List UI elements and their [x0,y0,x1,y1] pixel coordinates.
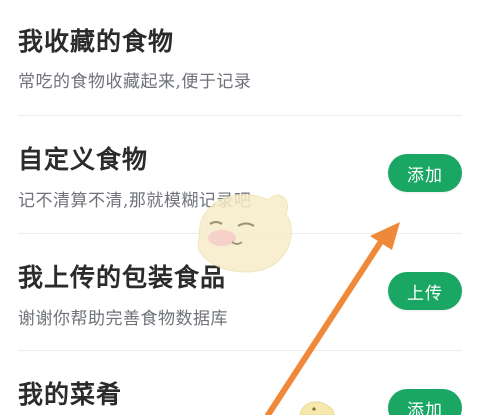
food-options-list: 我收藏的食物 常吃的食物收藏起来,便于记录 自定义食物 记不清算不清,那就模糊记… [0,0,482,415]
item-subtitle: 常吃的食物收藏起来,便于记录 [18,72,252,92]
item-title: 我收藏的食物 [18,27,175,56]
item-subtitle: 谢谢你帮助完善食物数据库 [18,309,228,329]
add-dish-button[interactable]: 添加 [388,389,462,415]
list-item-uploaded-packaged-food[interactable]: 我上传的包装食品 谢谢你帮助完善食物数据库 上传 [0,234,482,350]
list-item-custom-food[interactable]: 自定义食物 记不清算不清,那就模糊记录吧 添加 [0,116,482,233]
item-subtitle: 记不清算不清,那就模糊记录吧 [18,191,252,211]
item-title: 我上传的包装食品 [18,263,227,292]
item-title: 我的菜肴 [18,380,123,409]
list-item-my-dishes[interactable]: 我的菜肴 添加 [0,351,482,415]
list-item-favorite-foods[interactable]: 我收藏的食物 常吃的食物收藏起来,便于记录 [0,0,482,115]
item-title: 自定义食物 [18,145,149,174]
add-custom-food-button[interactable]: 添加 [388,154,462,192]
upload-packaged-food-button[interactable]: 上传 [388,272,462,310]
